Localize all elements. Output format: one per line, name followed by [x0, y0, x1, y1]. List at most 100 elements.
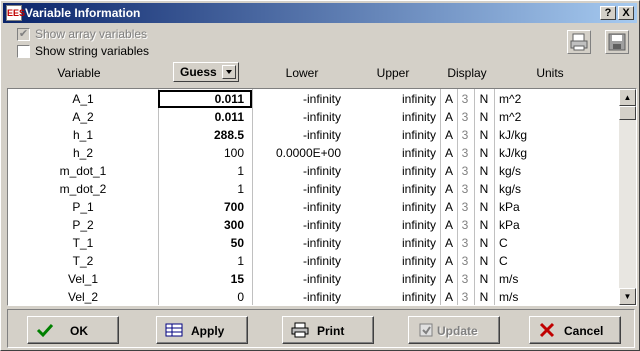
lower-bound-cell[interactable]: -infinity [252, 270, 347, 288]
cancel-button[interactable]: Cancel [529, 316, 621, 344]
guess-cell[interactable]: 1 [158, 180, 252, 198]
lower-bound-cell[interactable]: -infinity [252, 126, 347, 144]
lower-bound-cell[interactable]: -infinity [252, 108, 347, 126]
upper-bound-cell[interactable]: infinity [347, 162, 438, 180]
guess-cell[interactable]: 0.011 [158, 108, 252, 126]
display-format-cell[interactable]: A [442, 252, 456, 270]
display-format-cell[interactable]: A [442, 270, 456, 288]
guess-cell[interactable]: 288.5 [158, 126, 252, 144]
display-format-cell[interactable]: A [442, 162, 456, 180]
units-cell[interactable]: kPa [497, 216, 597, 234]
display-style-cell[interactable]: N [477, 126, 491, 144]
upper-bound-cell[interactable]: infinity [347, 216, 438, 234]
lower-bound-cell[interactable]: -infinity [252, 216, 347, 234]
guess-column-select[interactable]: Guess [173, 62, 239, 82]
display-digits-cell[interactable]: 3 [458, 144, 472, 162]
display-digits-cell[interactable]: 3 [458, 198, 472, 216]
display-digits-cell[interactable]: 3 [458, 108, 472, 126]
display-digits-cell[interactable]: 3 [458, 270, 472, 288]
table-row[interactable]: A_2 0.011 -infinity infinity A 3 Nm^2 [8, 108, 620, 126]
display-style-cell[interactable]: N [477, 198, 491, 216]
display-format-cell[interactable]: A [442, 216, 456, 234]
guess-cell[interactable]: 100 [158, 144, 252, 162]
display-digits-cell[interactable]: 3 [458, 162, 472, 180]
units-cell[interactable]: kPa [497, 198, 597, 216]
table-row[interactable]: h_1 288.5 -infinity infinity A 3 NkJ/kg [8, 126, 620, 144]
display-style-cell[interactable]: N [477, 270, 491, 288]
table-row[interactable]: Vel_1 15 -infinity infinity A 3 Nm/s [8, 270, 620, 288]
display-format-cell[interactable]: A [442, 126, 456, 144]
display-digits-cell[interactable]: 3 [458, 126, 472, 144]
upper-bound-cell[interactable]: infinity [347, 180, 438, 198]
vertical-scrollbar[interactable]: ▲ ▼ [619, 89, 636, 305]
display-format-cell[interactable]: A [442, 288, 456, 305]
display-style-cell[interactable]: N [477, 252, 491, 270]
display-digits-cell[interactable]: 3 [458, 288, 472, 305]
guess-cell[interactable]: 15 [158, 270, 252, 288]
upper-bound-cell[interactable]: infinity [347, 234, 438, 252]
lower-bound-cell[interactable]: -infinity [252, 234, 347, 252]
table-row[interactable]: m_dot_2 1 -infinity infinity A 3 Nkg/s [8, 180, 620, 198]
table-row[interactable]: P_1 700 -infinity infinity A 3 NkPa [8, 198, 620, 216]
apply-button[interactable]: Apply [156, 316, 248, 344]
guess-cell[interactable]: 50 [158, 234, 252, 252]
guess-cell[interactable]: 1 [158, 162, 252, 180]
save-table-button[interactable] [605, 30, 629, 54]
lower-bound-cell[interactable]: -infinity [252, 198, 347, 216]
display-format-cell[interactable]: A [442, 90, 456, 108]
upper-bound-cell[interactable]: infinity [347, 252, 438, 270]
title-bar[interactable]: EES Variable Information ? X [3, 3, 637, 23]
display-digits-cell[interactable]: 3 [458, 90, 472, 108]
show-array-checkbox[interactable]: ✔ [17, 28, 30, 41]
show-string-checkbox[interactable] [17, 45, 30, 58]
table-row[interactable]: A_1 0.011 -infinity infinity A 3 Nm^2 [8, 90, 620, 108]
display-style-cell[interactable]: N [477, 108, 491, 126]
lower-bound-cell[interactable]: -infinity [252, 252, 347, 270]
display-style-cell[interactable]: N [477, 162, 491, 180]
units-cell[interactable]: m^2 [497, 90, 597, 108]
table-row[interactable]: T_1 50 -infinity infinity A 3 N C [8, 234, 620, 252]
units-cell[interactable]: kJ/kg [497, 126, 597, 144]
print-button[interactable]: Print [282, 316, 374, 344]
units-cell[interactable]: C [497, 234, 597, 252]
units-cell[interactable]: m/s [497, 270, 597, 288]
display-format-cell[interactable]: A [442, 108, 456, 126]
display-style-cell[interactable]: N [477, 216, 491, 234]
units-cell[interactable]: C [497, 252, 597, 270]
display-format-cell[interactable]: A [442, 234, 456, 252]
display-digits-cell[interactable]: 3 [458, 180, 472, 198]
display-style-cell[interactable]: N [477, 144, 491, 162]
table-row[interactable]: Vel_2 0 -infinity infinity A 3 Nm/s [8, 288, 620, 305]
display-style-cell[interactable]: N [477, 234, 491, 252]
upper-bound-cell[interactable]: infinity [347, 126, 438, 144]
table-row[interactable]: T_2 1 -infinity infinity A 3 N C [8, 252, 620, 270]
lower-bound-cell[interactable]: 0.0000E+00 [252, 144, 347, 162]
upper-bound-cell[interactable]: infinity [347, 144, 438, 162]
display-style-cell[interactable]: N [477, 90, 491, 108]
table-row[interactable]: h_2 100 0.0000E+00 infinity A 3 NkJ/kg [8, 144, 620, 162]
table-row[interactable]: m_dot_1 1 -infinity infinity A 3 Nkg/s [8, 162, 620, 180]
print-table-button[interactable] [567, 30, 591, 54]
scroll-up-button[interactable]: ▲ [619, 89, 636, 106]
upper-bound-cell[interactable]: infinity [347, 270, 438, 288]
display-style-cell[interactable]: N [477, 180, 491, 198]
scroll-thumb[interactable] [619, 106, 636, 120]
display-format-cell[interactable]: A [442, 180, 456, 198]
guess-cell[interactable]: 0 [158, 288, 252, 305]
units-cell[interactable]: kg/s [497, 162, 597, 180]
ok-button[interactable]: OK [27, 316, 119, 344]
lower-bound-cell[interactable]: -infinity [252, 288, 347, 305]
display-digits-cell[interactable]: 3 [458, 234, 472, 252]
close-button[interactable]: X [618, 6, 634, 20]
display-digits-cell[interactable]: 3 [458, 252, 472, 270]
guess-cell[interactable]: 300 [158, 216, 252, 234]
lower-bound-cell[interactable]: -infinity [252, 90, 347, 108]
display-digits-cell[interactable]: 3 [458, 216, 472, 234]
lower-bound-cell[interactable]: -infinity [252, 180, 347, 198]
units-cell[interactable]: m^2 [497, 108, 597, 126]
table-row[interactable]: P_2 300 -infinity infinity A 3 NkPa [8, 216, 620, 234]
update-button[interactable]: Update [408, 316, 500, 344]
lower-bound-cell[interactable]: -infinity [252, 162, 347, 180]
display-format-cell[interactable]: A [442, 144, 456, 162]
upper-bound-cell[interactable]: infinity [347, 288, 438, 305]
